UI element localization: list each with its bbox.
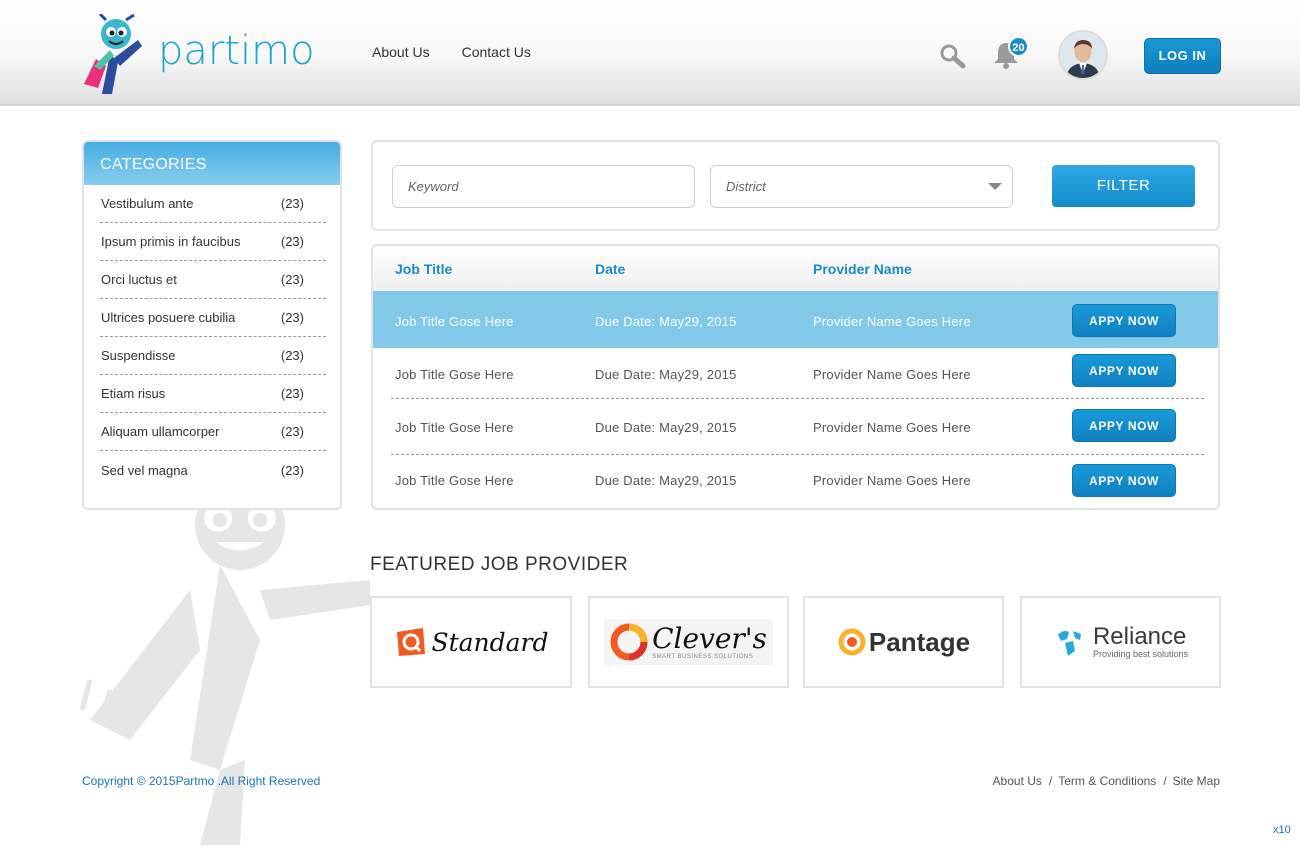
footer-separator: / <box>1163 774 1167 788</box>
apply-now-button[interactable]: APPY NOW <box>1072 464 1176 497</box>
categories-title: CATEGORIES <box>84 142 340 185</box>
nav-about-us[interactable]: About Us <box>372 44 430 60</box>
job-provider-cell: Provider Name Goes Here <box>813 314 971 329</box>
jobs-table: Job Title Date Provider Name Job Title G… <box>371 244 1220 510</box>
clevers-logo-icon <box>610 623 648 661</box>
table-row[interactable]: Job Title Gose Here Due Date: May29, 201… <box>373 291 1218 348</box>
category-label: Ipsum primis in faucibus <box>101 234 241 249</box>
category-count: (23) <box>280 386 304 401</box>
category-count: (23) <box>280 462 304 478</box>
job-title-cell: Job Title Gose Here <box>395 420 514 435</box>
provider-card-reliance[interactable]: Reliance Providing best solutions <box>1020 596 1221 688</box>
nav-contact-us[interactable]: Contact Us <box>462 44 531 60</box>
category-item[interactable]: Etiam risus (23) <box>100 375 326 413</box>
category-count: (23) <box>280 234 304 249</box>
category-count: (23) <box>280 348 304 363</box>
district-placeholder: District <box>726 179 766 194</box>
district-select[interactable]: District <box>710 165 1013 208</box>
category-label: Orci luctus et <box>101 272 177 287</box>
user-avatar[interactable] <box>1058 30 1108 80</box>
apply-now-button[interactable]: APPY NOW <box>1072 354 1176 387</box>
column-header-provider[interactable]: Provider Name <box>813 261 912 277</box>
apply-now-button[interactable]: APPY NOW <box>1072 304 1176 337</box>
category-count: (23) <box>280 310 304 325</box>
job-date-cell: Due Date: May29, 2015 <box>595 314 737 329</box>
category-item[interactable]: Ipsum primis in faucibus (23) <box>100 223 326 261</box>
corner-label: x10 <box>1273 824 1291 836</box>
job-title-cell: Job Title Gose Here <box>395 367 514 382</box>
mascot-logo-icon <box>84 14 142 94</box>
chevron-down-icon <box>988 183 1002 190</box>
job-title-cell: Job Title Gose Here <box>395 473 514 488</box>
category-label: Etiam risus <box>101 386 166 401</box>
provider-tagline: Providing best solutions <box>1092 649 1189 659</box>
search-icon[interactable] <box>938 42 968 70</box>
provider-name: Clever's <box>652 622 767 655</box>
job-provider-cell: Provider Name Goes Here <box>813 473 971 488</box>
keyword-placeholder: Keyword <box>408 179 459 194</box>
column-header-job-title[interactable]: Job Title <box>395 261 452 277</box>
main-nav: About Us Contact Us <box>372 44 531 60</box>
keyword-input[interactable]: Keyword <box>392 165 695 208</box>
category-label: Ultrices posuere cubilia <box>101 310 236 325</box>
job-provider-cell: Provider Name Goes Here <box>813 420 971 435</box>
category-label: Sed vel magna <box>101 462 188 478</box>
provider-name: Reliance <box>1092 623 1187 650</box>
logo-wordmark: partimo <box>158 28 315 74</box>
category-count: (23) <box>280 424 304 439</box>
provider-name: Standard <box>431 627 549 657</box>
column-header-date[interactable]: Date <box>595 261 625 277</box>
apply-now-button[interactable]: APPY NOW <box>1072 409 1176 442</box>
table-row[interactable]: Job Title Gose Here Due Date: May29, 201… <box>373 455 1218 508</box>
category-item[interactable]: Suspendisse (23) <box>100 337 326 375</box>
category-item[interactable]: Aliquam ullamcorper (23) <box>100 413 326 451</box>
standard-logo-icon <box>397 628 426 656</box>
table-row[interactable]: Job Title Gose Here Due Date: May29, 201… <box>373 348 1218 399</box>
category-item[interactable]: Vestibulum ante (23) <box>100 185 326 223</box>
job-title-cell: Job Title Gose Here <box>395 314 514 329</box>
pantage-logo-icon <box>838 628 866 656</box>
job-date-cell: Due Date: May29, 2015 <box>595 367 737 382</box>
category-label: Suspendisse <box>101 348 176 363</box>
footer-link-site-map[interactable]: Site Map <box>1173 774 1220 788</box>
category-label: Aliquam ullamcorper <box>101 424 220 439</box>
footer-separator: / <box>1048 774 1053 788</box>
globe-icon <box>1057 631 1081 656</box>
site-header: partimo About Us Contact Us 20 LOG IN <box>0 0 1300 106</box>
mascot-watermark <box>79 480 370 845</box>
footer-links: About Us / Term & Conditions / Site Map <box>993 774 1220 788</box>
partimo-logo[interactable]: partimo <box>80 14 315 96</box>
provider-name: Pantage <box>868 626 971 657</box>
category-item[interactable]: Orci luctus et (23) <box>100 261 326 299</box>
login-button[interactable]: LOG IN <box>1144 38 1221 74</box>
category-count: (23) <box>280 272 304 287</box>
provider-tagline: SMART BUSINESS SOLUTIONS <box>652 654 754 660</box>
job-date-cell: Due Date: May29, 2015 <box>595 473 737 488</box>
footer-link-terms[interactable]: Term & Conditions <box>1058 774 1156 788</box>
categories-list: Vestibulum ante (23) Ipsum primis in fauc… <box>84 185 340 489</box>
categories-panel: CATEGORIES Vestibulum ante (23) Ipsum pri… <box>82 140 342 510</box>
notification-badge: 20 <box>1008 36 1029 57</box>
category-item[interactable]: Ultrices posuere cubilia (23) <box>100 299 326 337</box>
featured-title: FEATURED JOB PROVIDER <box>370 554 629 575</box>
job-provider-cell: Provider Name Goes Here <box>813 367 971 382</box>
copyright-text: Copyright © 2015Partmo .All Right Reserv… <box>82 774 321 788</box>
table-row[interactable]: Job Title Gose Here Due Date: May29, 201… <box>373 399 1218 454</box>
category-item[interactable]: Sed vel magna (23) <box>100 451 326 489</box>
footer-link-about-us[interactable]: About Us <box>993 774 1042 788</box>
category-count: (23) <box>280 196 304 211</box>
provider-card-clevers[interactable]: Clever's SMART BUSINESS SOLUTIONS <box>588 596 789 688</box>
jobs-table-header: Job Title Date Provider Name <box>373 246 1218 291</box>
category-label: Vestibulum ante <box>101 196 194 211</box>
job-date-cell: Due Date: May29, 2015 <box>595 420 737 435</box>
provider-card-pantage[interactable]: Pantage <box>803 596 1004 688</box>
provider-card-standard[interactable]: Standard <box>370 596 572 688</box>
filter-panel: Keyword District FILTER <box>371 140 1220 231</box>
filter-button[interactable]: FILTER <box>1052 165 1195 207</box>
